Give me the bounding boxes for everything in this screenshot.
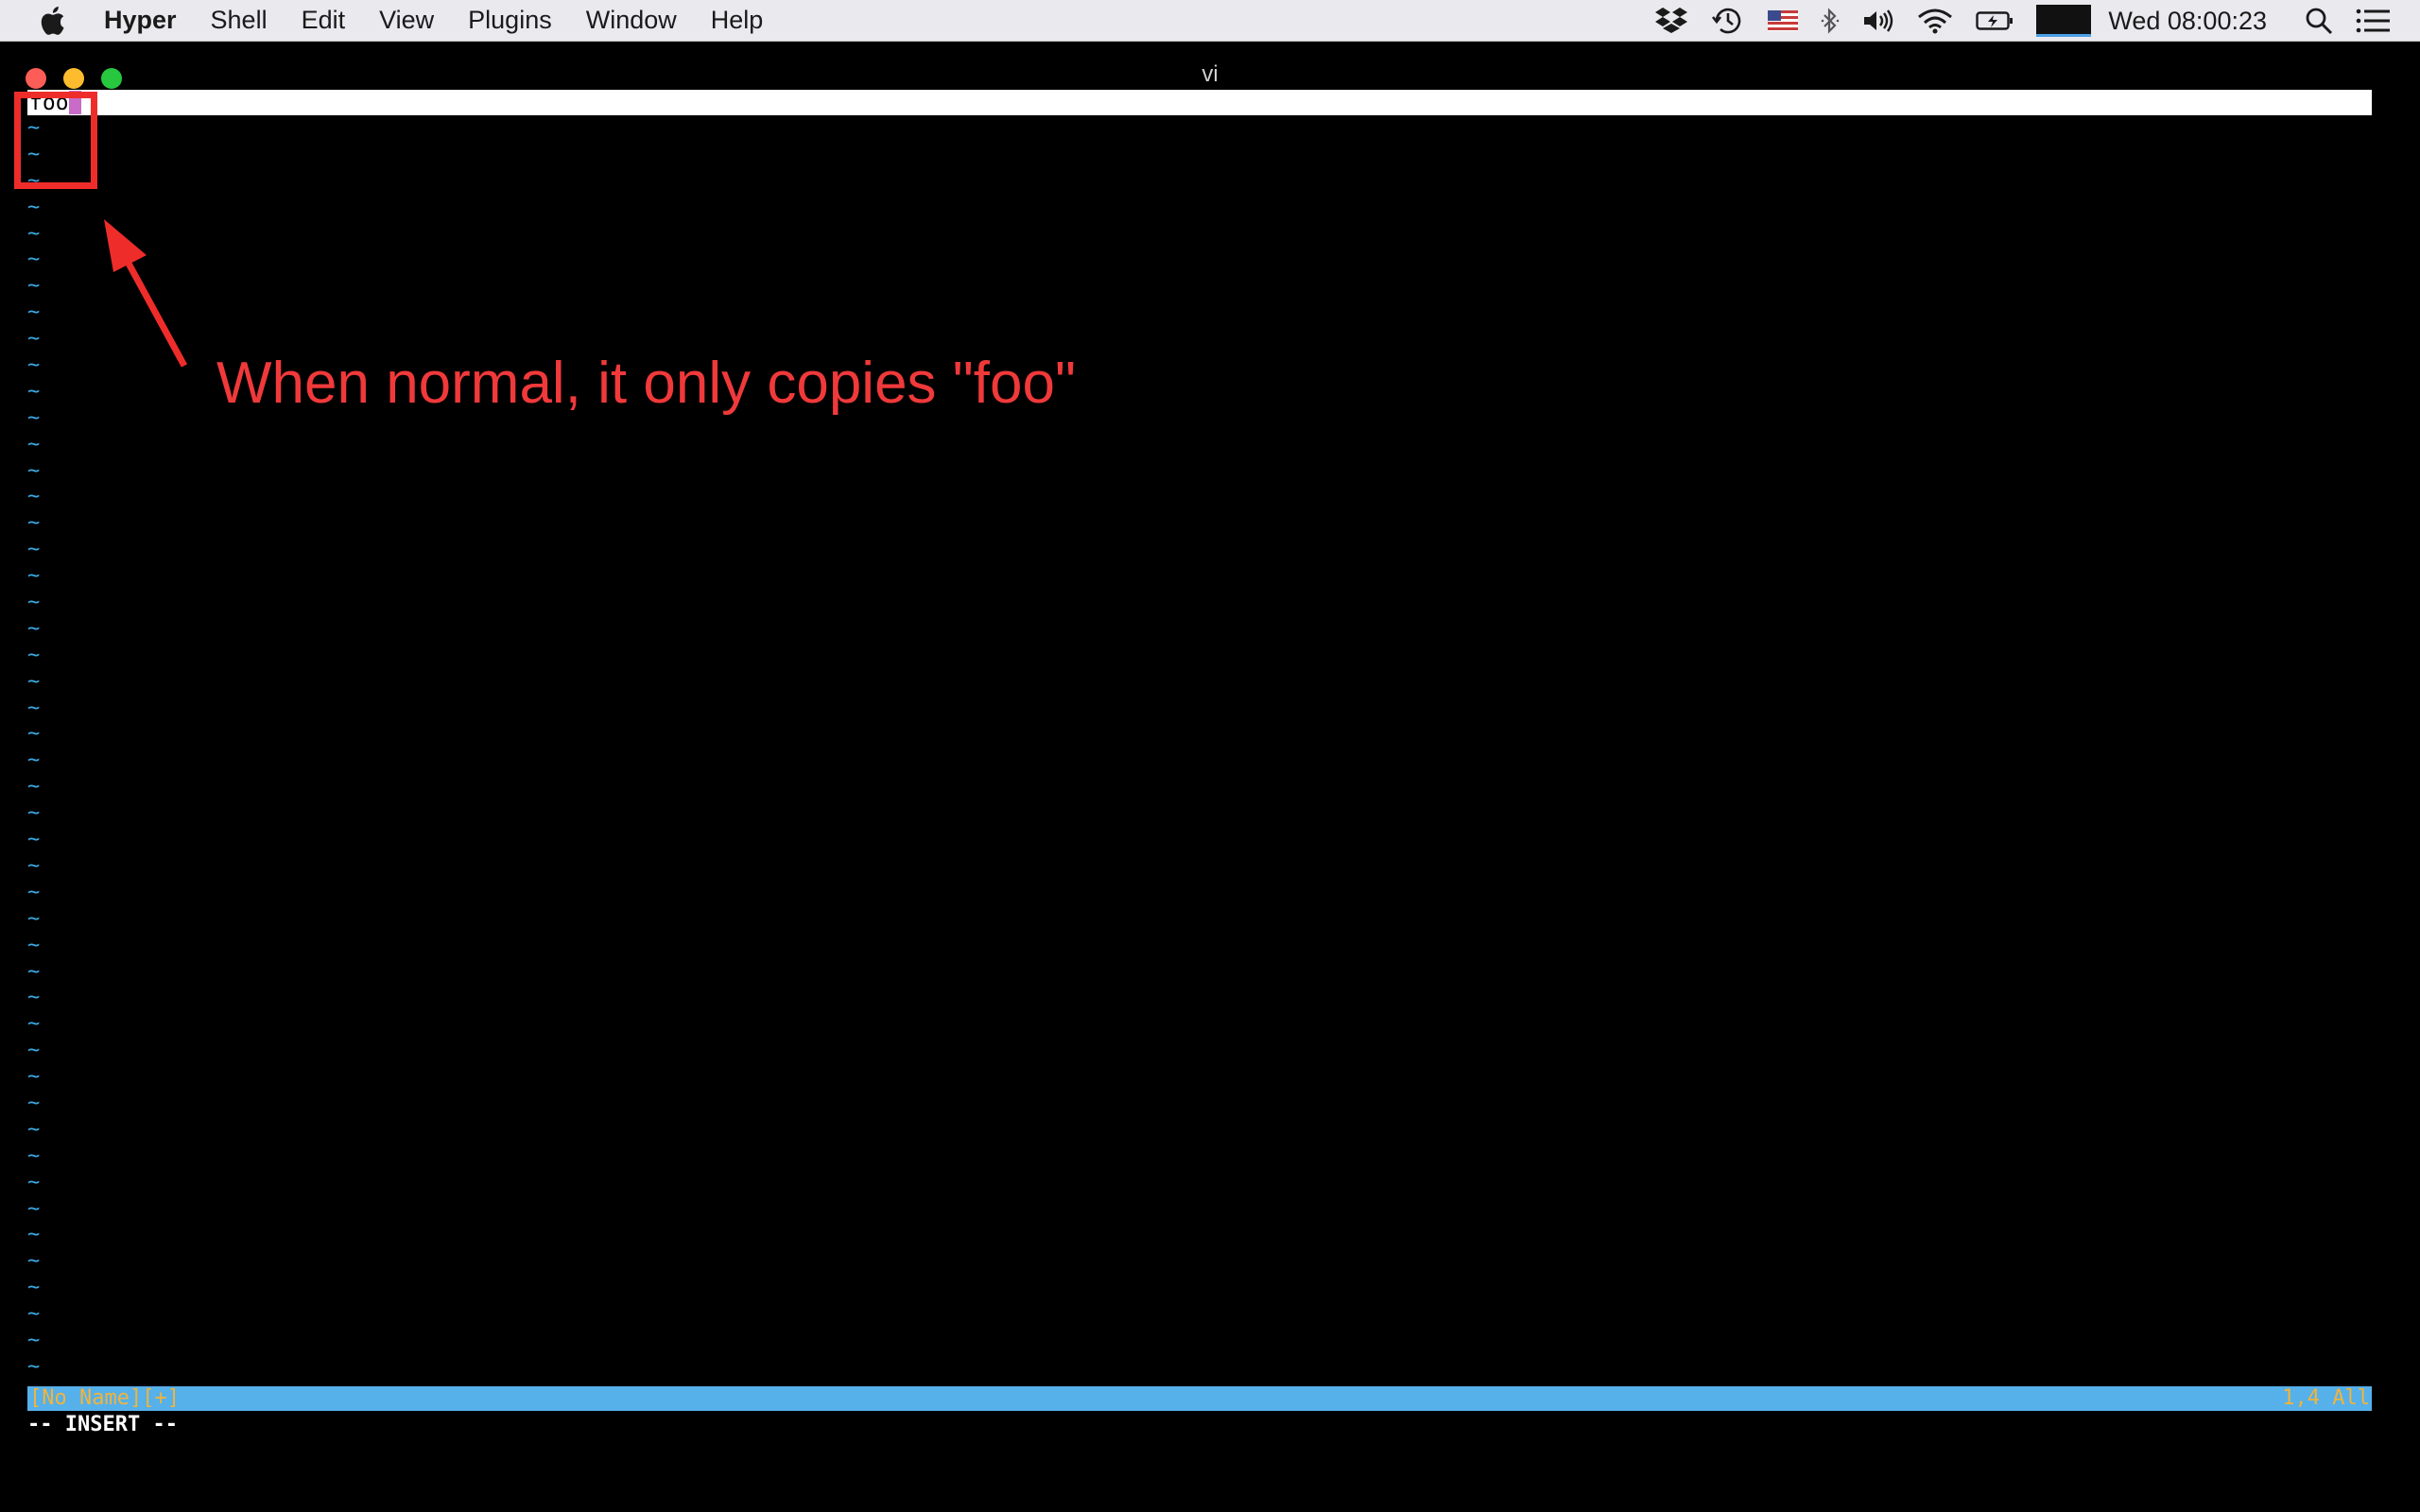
empty-line-tilde: ~: [27, 1223, 41, 1247]
annotation-arrow-icon: [104, 219, 188, 368]
menu-edit[interactable]: Edit: [302, 6, 346, 35]
menu-window[interactable]: Window: [586, 6, 677, 35]
empty-line-tilde: ~: [27, 696, 41, 720]
empty-line-tilde: ~: [27, 933, 41, 957]
empty-line-tilde: ~: [27, 1039, 41, 1063]
empty-line-tilde: ~: [27, 1196, 41, 1221]
empty-line-tilde: ~: [27, 1354, 41, 1379]
vim-mode-indicator: -- INSERT --: [27, 1413, 178, 1436]
menubar-clock[interactable]: Wed 08:00:23: [2108, 7, 2267, 36]
empty-line-tilde: ~: [27, 1143, 41, 1168]
empty-line-tilde: ~: [27, 591, 41, 615]
status-filename: [No Name][+]: [29, 1386, 180, 1410]
empty-line-tilde: ~: [27, 1065, 41, 1090]
empty-line-tilde: ~: [27, 616, 41, 641]
empty-line-tilde: ~: [27, 801, 41, 826]
empty-line-tilde: ~: [27, 643, 41, 667]
empty-line-tilde: ~: [27, 485, 41, 509]
empty-line-tilde: ~: [27, 722, 41, 747]
empty-line-tilde: ~: [27, 853, 41, 878]
empty-line-tilde: ~: [27, 1170, 41, 1194]
empty-line-tilde: ~: [27, 748, 41, 773]
volume-icon[interactable]: [1862, 0, 1894, 42]
empty-line-tilde: ~: [27, 1249, 41, 1274]
empty-line-tilde: ~: [27, 906, 41, 931]
empty-line-tilde: ~: [27, 959, 41, 984]
empty-line-tilde: ~: [27, 1302, 41, 1327]
empty-line-tilde: ~: [27, 775, 41, 799]
empty-line-tilde: ~: [27, 1276, 41, 1300]
status-position: 1,4 All: [2282, 1386, 2370, 1410]
empty-line-tilde: ~: [27, 828, 41, 852]
menu-plugins[interactable]: Plugins: [468, 6, 552, 35]
empty-line-tilde: ~: [27, 1328, 41, 1352]
empty-line-tilde: ~: [27, 1091, 41, 1115]
empty-line-tilde: ~: [27, 458, 41, 483]
us-flag-icon[interactable]: [1768, 0, 1799, 42]
buffer-line-1[interactable]: foo: [27, 90, 2372, 115]
vim-status-line: [No Name][+] 1,4 All: [27, 1386, 2372, 1411]
window-title: vi: [1201, 61, 1219, 87]
notification-center-icon[interactable]: [2356, 0, 2390, 42]
menu-bar: Hyper Shell Edit View Plugins Window Hel…: [0, 0, 2420, 42]
empty-line-tilde: ~: [27, 669, 41, 694]
empty-line-tilde: ~: [27, 1012, 41, 1037]
empty-line-tilde: ~: [27, 511, 41, 536]
spotlight-icon[interactable]: [2305, 0, 2333, 42]
battery-icon[interactable]: [1976, 0, 2014, 42]
empty-line-tilde: ~: [27, 538, 41, 562]
annotation-caption: When normal, it only copies "foo": [216, 351, 1076, 416]
activity-monitor-icon[interactable]: [2036, 5, 2092, 37]
empty-line-tilde: ~: [27, 986, 41, 1010]
empty-line-tilde: ~: [27, 1117, 41, 1142]
empty-line-tilde: ~: [27, 880, 41, 904]
menu-help[interactable]: Help: [711, 6, 764, 35]
menu-view[interactable]: View: [379, 6, 434, 35]
time-machine-icon[interactable]: [1711, 0, 1745, 42]
dropbox-icon[interactable]: [1654, 0, 1688, 42]
empty-line-tilde: ~: [27, 432, 41, 456]
empty-line-tilde: ~: [27, 564, 41, 589]
wifi-icon[interactable]: [1917, 0, 1953, 42]
empty-line-tilde: ~: [27, 405, 41, 430]
hyper-window: vi: [0, 43, 2420, 1512]
bluetooth-icon[interactable]: [1821, 0, 1840, 42]
